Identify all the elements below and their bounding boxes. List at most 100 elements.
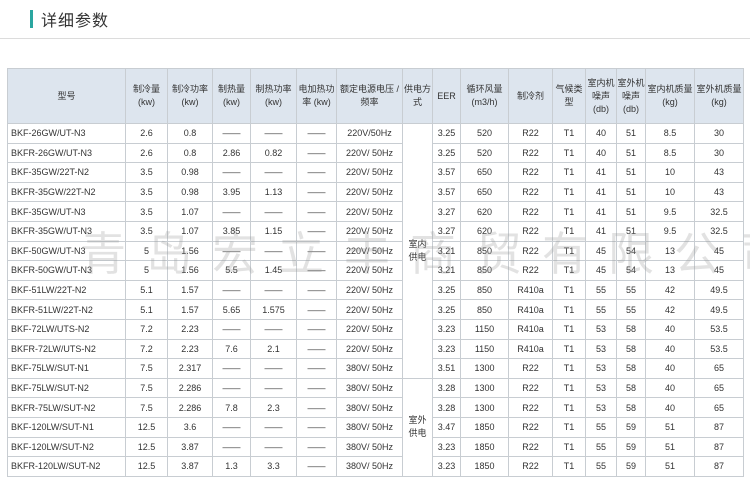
heating-power-cell: 1.13 <box>250 181 297 203</box>
indoor-mass-cell: 40 <box>645 318 695 340</box>
heating-capacity-cell: 7.8 <box>212 397 251 418</box>
cooling-power-cell: 1.56 <box>167 240 213 262</box>
air-flow-cell: 620 <box>460 220 509 242</box>
refrigerant-cell: R22 <box>508 220 553 242</box>
table-row: BKF-75LW/SUT-N2 7.5 2.286 —— —— —— 380V/ 50Hz 室… <box>7 377 744 477</box>
cooling-capacity-cell: 3.5 <box>125 220 168 242</box>
outdoor-mass-cell: 65 <box>694 377 744 399</box>
eer-cell: 3.57 <box>432 181 461 203</box>
indoor-mass-cell: 40 <box>645 338 695 360</box>
indoor-mass-cell: 8.5 <box>645 142 695 164</box>
air-flow-cell: 1150 <box>460 338 509 360</box>
outdoor-noise-cell: 58 <box>616 358 646 379</box>
column-header-outdoor-noise: 室外机噪声 (db) <box>616 68 646 124</box>
cooling-capacity-cell: 7.5 <box>125 397 168 418</box>
outdoor-mass-cell: 32.5 <box>694 220 744 242</box>
rated-voltage-cell: 380V/ 50Hz <box>336 436 403 458</box>
refrigerant-cell: R22 <box>508 397 553 418</box>
eer-cell: 3.23 <box>432 456 461 477</box>
model-cell: BKFR-72LW/UTS-N2 <box>7 338 126 360</box>
outdoor-noise-cell: 51 <box>616 181 646 203</box>
outdoor-noise-cell: 55 <box>616 279 646 301</box>
indoor-mass-cell: 13 <box>645 240 695 262</box>
electric-heating-power-cell: —— <box>296 201 337 222</box>
indoor-noise-cell: 45 <box>585 260 617 281</box>
column-header-outdoor-mass: 室外机质量 (kg) <box>694 68 744 124</box>
cooling-power-cell: 2.286 <box>167 377 213 399</box>
electric-heating-power-cell: —— <box>296 416 337 438</box>
indoor-noise-cell: 41 <box>585 220 617 242</box>
eer-cell: 3.51 <box>432 358 461 379</box>
air-flow-cell: 1850 <box>460 416 509 438</box>
cooling-capacity-cell: 12.5 <box>125 416 168 438</box>
column-header-indoor-mass: 室内机质量 (kg) <box>645 68 695 124</box>
cooling-power-cell: 0.98 <box>167 181 213 203</box>
eer-cell: 3.47 <box>432 416 461 438</box>
eer-cell: 3.23 <box>432 338 461 360</box>
heating-power-cell: 3.3 <box>250 456 297 477</box>
electric-heating-power-cell: —— <box>296 318 337 340</box>
column-header-heating-capacity: 制热量 (kw) <box>212 68 251 124</box>
section-heading: 详细参数 <box>30 8 109 30</box>
table-row: BKF-51LW/22T-N2 5.1 1.57 —— —— —— 220V/ 50Hz 3.… <box>7 279 744 301</box>
refrigerant-cell: R22 <box>508 416 553 438</box>
outdoor-noise-cell: 58 <box>616 377 646 399</box>
indoor-mass-cell: 42 <box>645 299 695 320</box>
air-flow-cell: 850 <box>460 299 509 320</box>
air-flow-cell: 1850 <box>460 436 509 458</box>
table-row: BKFR-35GW/UT-N3 3.5 1.07 3.85 1.15 —— 220V/ 50… <box>7 220 744 242</box>
heating-power-cell: —— <box>250 201 297 222</box>
rated-voltage-cell: 220V/ 50Hz <box>336 299 403 320</box>
model-cell: BKFR-35GW/22T-N2 <box>7 181 126 203</box>
air-flow-cell: 850 <box>460 240 509 262</box>
table-row: BKFR-120LW/SUT-N2 12.5 3.87 1.3 3.3 —— 380V/ 5… <box>7 456 744 477</box>
refrigerant-cell: R410a <box>508 279 553 301</box>
electric-heating-power-cell: —— <box>296 456 337 477</box>
eer-cell: 3.28 <box>432 377 461 399</box>
heating-power-cell: —— <box>250 162 297 183</box>
climate-type-cell: T1 <box>552 436 586 458</box>
climate-type-cell: T1 <box>552 123 586 144</box>
indoor-mass-cell: 10 <box>645 162 695 183</box>
model-cell: BKFR-120LW/SUT-N2 <box>7 456 126 477</box>
cooling-power-cell: 1.07 <box>167 220 213 242</box>
indoor-noise-cell: 53 <box>585 397 617 418</box>
cooling-capacity-cell: 12.5 <box>125 456 168 477</box>
indoor-mass-cell: 40 <box>645 377 695 399</box>
outdoor-mass-cell: 30 <box>694 142 744 164</box>
indoor-noise-cell: 55 <box>585 456 617 477</box>
table-row: BKFR-72LW/UTS-N2 7.2 2.23 7.6 2.1 —— 220V/ 50H… <box>7 338 744 360</box>
outdoor-noise-cell: 55 <box>616 299 646 320</box>
heating-capacity-cell: 2.86 <box>212 142 251 164</box>
cooling-power-cell: 2.286 <box>167 397 213 418</box>
climate-type-cell: T1 <box>552 181 586 203</box>
model-cell: BKF-120LW/SUT-N1 <box>7 416 126 438</box>
climate-type-cell: T1 <box>552 240 586 262</box>
cooling-capacity-cell: 5 <box>125 240 168 262</box>
indoor-noise-cell: 45 <box>585 240 617 262</box>
heating-capacity-cell: 7.6 <box>212 338 251 360</box>
air-flow-cell: 650 <box>460 162 509 183</box>
model-cell: BKF-75LW/SUT-N1 <box>7 358 126 379</box>
section-title: 详细参数 <box>41 11 110 30</box>
cooling-capacity-cell: 2.6 <box>125 123 168 144</box>
air-flow-cell: 1300 <box>460 358 509 379</box>
air-flow-cell: 620 <box>460 201 509 222</box>
indoor-mass-cell: 9.5 <box>645 201 695 222</box>
indoor-mass-cell: 51 <box>645 456 695 477</box>
indoor-mass-cell: 40 <box>645 397 695 418</box>
indoor-mass-cell: 10 <box>645 181 695 203</box>
cooling-power-cell: 0.98 <box>167 162 213 183</box>
indoor-noise-cell: 41 <box>585 201 617 222</box>
climate-type-cell: T1 <box>552 318 586 340</box>
table-header-row: 型号 制冷量 (kw) 制冷功率 (kw) 制热量 (kw) 制热功率 (kw)… <box>7 68 744 124</box>
outdoor-noise-cell: 58 <box>616 338 646 360</box>
outdoor-noise-cell: 51 <box>616 201 646 222</box>
outdoor-noise-cell: 51 <box>616 162 646 183</box>
refrigerant-cell: R22 <box>508 142 553 164</box>
heating-capacity-cell: 5.65 <box>212 299 251 320</box>
cooling-capacity-cell: 7.5 <box>125 358 168 379</box>
heating-capacity-cell: 1.3 <box>212 456 251 477</box>
outdoor-noise-cell: 54 <box>616 260 646 281</box>
heating-capacity-cell: —— <box>212 201 251 222</box>
